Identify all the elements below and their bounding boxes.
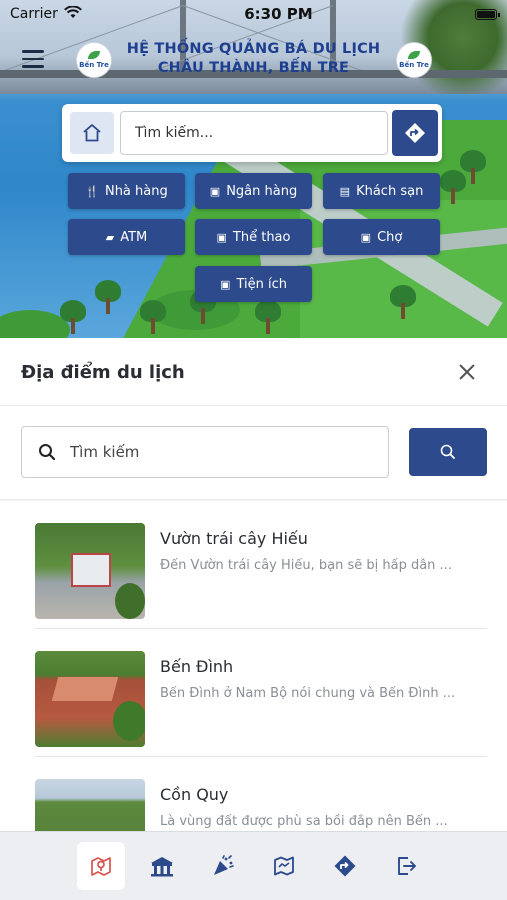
home-button[interactable] [70,112,114,154]
tree-icon [60,300,86,334]
place-description: Là vùng đất được phù sa bồi đắp nên Bến … [160,814,448,829]
logout-icon [398,857,416,875]
tree-icon [140,300,166,334]
category-bank-button[interactable]: ▣ Ngân hàng [195,173,312,209]
tree-icon [460,150,486,184]
tab-map-location[interactable] [77,842,125,890]
clock: 6:30 PM [244,5,313,23]
battery-icon [475,8,500,20]
tab-logout[interactable] [382,842,430,890]
map-icon [274,856,294,876]
fork-knife-icon: 🍴 [85,184,99,198]
tree-icon [95,280,121,314]
place-description: Đến Vườn trái cây Hiếu, bạn sẽ bị hấp dẫ… [160,558,452,573]
tree-icon [440,170,466,204]
bank-icon: ▣ [209,184,221,198]
place-name: Bến Đình [160,657,234,676]
list-item[interactable]: Cồn Quy Là vùng đất được phù sa bồi đắp … [35,757,487,831]
directions-icon [405,123,425,143]
carrier-label: Carrier [10,6,58,22]
places-search-field[interactable] [21,426,389,478]
market-icon: ▣ [360,230,372,244]
tab-directions[interactable] [321,842,369,890]
places-search-input[interactable] [70,433,370,471]
directions-button[interactable] [392,110,438,156]
festival-icon [214,855,234,875]
category-restaurant-button[interactable]: 🍴 Nhà hàng [68,173,185,209]
list-item[interactable]: Bến Đình Bến Đình ở Nam Bộ nói chung và … [35,629,487,757]
place-name: Cồn Quy [160,785,229,804]
category-market-button[interactable]: ▣ Chợ [323,219,440,255]
tree-icon [255,300,281,334]
places-search-button[interactable] [409,428,487,476]
place-description: Bến Đình ở Nam Bộ nói chung và Bến Đình … [160,686,456,701]
wifi-icon [63,4,82,23]
search-icon [39,444,56,461]
list-item[interactable]: Vườn trái cây Hiếu Đến Vườn trái cây Hiế… [35,501,487,629]
panel-title: Địa điểm du lịch [21,362,185,383]
place-thumbnail [35,651,145,747]
category-hotel-button[interactable]: ▤ Khách sạn [323,173,440,209]
place-thumbnail [35,779,145,831]
app-title: HỆ THỐNG QUẢNG BÁ DU LỊCH CHÂU THÀNH, BẾ… [126,41,381,76]
tab-map[interactable] [260,842,308,890]
hamburger-icon [22,50,44,53]
home-icon [83,124,101,142]
map-search-card [62,104,442,162]
utility-icon: ▣ [220,277,231,291]
panel-header: Địa điểm du lịch [0,338,507,406]
tab-temple[interactable] [138,842,186,890]
places-list[interactable]: Vườn trái cây Hiếu Đến Vườn trái cây Hiế… [0,501,507,831]
category-utility-button[interactable]: ▣ Tiện ích [195,266,312,302]
atm-icon: ▰ [105,230,115,244]
tree-icon [390,285,416,319]
map-search-input[interactable] [120,111,388,155]
temple-icon [151,857,173,877]
close-icon[interactable] [455,360,479,384]
place-name: Vườn trái cây Hiếu [160,529,308,548]
place-thumbnail [35,523,145,619]
category-sport-button[interactable]: ▣ Thể thao [195,219,312,255]
hotel-icon: ▤ [339,184,351,198]
status-bar: Carrier 6:30 PM [0,0,507,28]
tab-festival[interactable] [199,842,247,890]
tab-bar [0,831,507,900]
directions-icon [334,855,356,877]
search-icon [440,444,455,459]
category-atm-button[interactable]: ▰ ATM [68,219,185,255]
sport-icon: ▣ [216,230,227,244]
map-location-icon [91,857,111,876]
menu-button[interactable] [22,50,44,68]
panel-search [0,406,507,500]
